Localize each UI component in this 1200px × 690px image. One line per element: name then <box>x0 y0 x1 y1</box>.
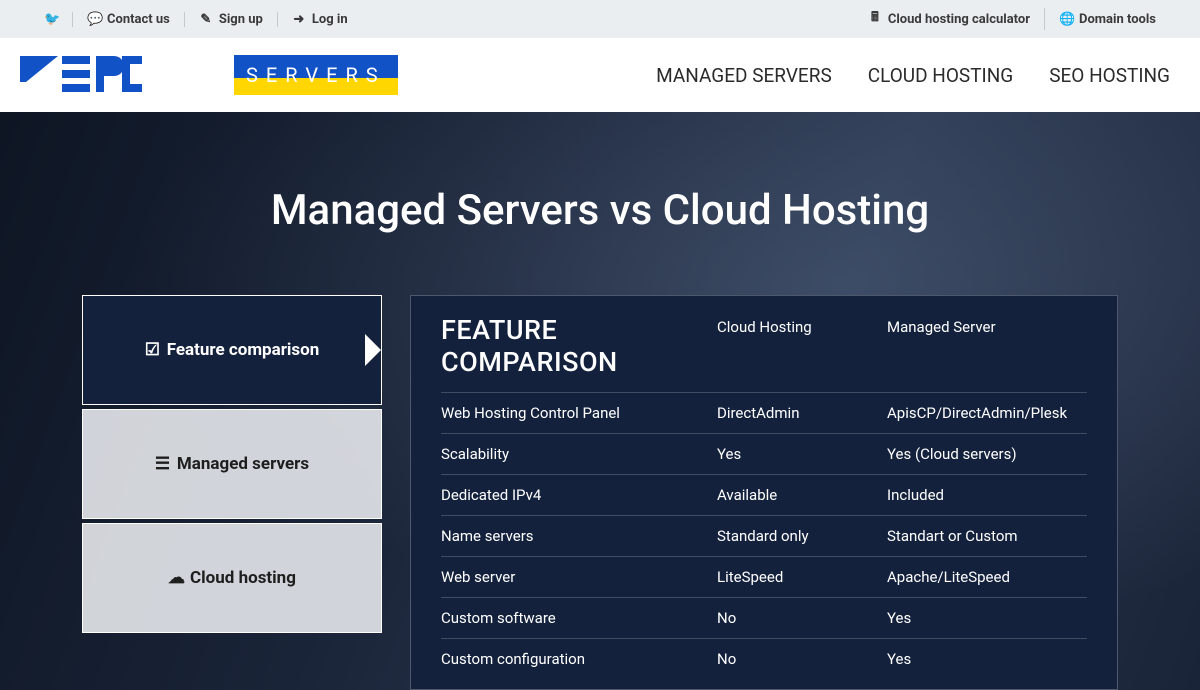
value-cloud: DirectAdmin <box>717 404 887 422</box>
nav-seo-hosting[interactable]: SEO HOSTING <box>1049 64 1170 87</box>
feature-name: Scalability <box>441 445 717 463</box>
server-icon: ☰ <box>155 454 169 474</box>
value-cloud: Yes <box>717 445 887 463</box>
value-managed: Yes (Cloud servers) <box>887 445 1087 463</box>
table-row: Web Hosting Control PanelDirectAdminApis… <box>441 392 1087 433</box>
signup-label: Sign up <box>219 12 263 27</box>
value-managed: Included <box>887 486 1087 504</box>
contact-label: Contact us <box>107 12 170 27</box>
feature-name: Custom configuration <box>441 650 717 668</box>
hero: Managed Servers vs Cloud Hosting ☑ Featu… <box>0 112 1200 690</box>
column-cloud-hosting: Cloud Hosting <box>717 314 887 336</box>
feature-name: Web Hosting Control Panel <box>441 404 717 422</box>
side-tabs: ☑ Feature comparison ☰ Managed servers ☁… <box>82 295 382 690</box>
calculator-label: Cloud hosting calculator <box>888 12 1030 27</box>
tab-managed-servers[interactable]: ☰ Managed servers <box>82 409 382 519</box>
calculator-link[interactable]: 🖩 Cloud hosting calculator <box>854 8 1045 30</box>
comparison-rows: Web Hosting Control PanelDirectAdminApis… <box>441 392 1087 679</box>
logo[interactable]: SERVERS <box>18 48 398 102</box>
panel-header: FEATURE COMPARISON Cloud Hosting Managed… <box>441 314 1087 378</box>
tab-label: Managed servers <box>177 454 309 474</box>
signup-link[interactable]: ✎ Sign up <box>185 12 278 27</box>
nav-links: MANAGED SERVERS CLOUD HOSTING SEO HOSTIN… <box>656 64 1170 87</box>
login-link[interactable]: ➜ Log in <box>278 12 362 27</box>
twitter-icon: 🐦 <box>44 12 58 27</box>
value-managed: Yes <box>887 609 1087 627</box>
login-label: Log in <box>312 12 348 27</box>
edit-icon: ✎ <box>199 12 213 27</box>
value-cloud: No <box>717 609 887 627</box>
panel-title: FEATURE COMPARISON <box>441 314 717 378</box>
comparison-panel: FEATURE COMPARISON Cloud Hosting Managed… <box>410 295 1118 690</box>
domaintools-label: Domain tools <box>1079 12 1156 27</box>
value-cloud: Standard only <box>717 527 887 545</box>
table-row: ScalabilityYesYes (Cloud servers) <box>441 433 1087 474</box>
nav-cloud-hosting[interactable]: CLOUD HOSTING <box>868 64 1013 87</box>
column-managed-server: Managed Server <box>887 314 1087 336</box>
feature-name: Name servers <box>441 527 717 545</box>
value-cloud: No <box>717 650 887 668</box>
cloud-icon: ☁ <box>168 568 182 588</box>
comment-icon: 💬 <box>87 12 101 27</box>
content: ☑ Feature comparison ☰ Managed servers ☁… <box>0 295 1200 690</box>
feature-name: Custom software <box>441 609 717 627</box>
calculator-icon: 🖩 <box>868 8 882 30</box>
tab-cloud-hosting[interactable]: ☁ Cloud hosting <box>82 523 382 633</box>
tab-feature-comparison[interactable]: ☑ Feature comparison <box>82 295 382 405</box>
value-managed: Standart or Custom <box>887 527 1087 545</box>
logo-badge: SERVERS <box>234 55 398 95</box>
table-row: Custom softwareNoYes <box>441 597 1087 638</box>
main-nav: SERVERS MANAGED SERVERS CLOUD HOSTING SE… <box>0 38 1200 112</box>
globe-icon: 🌐 <box>1059 12 1073 27</box>
check-square-icon: ☑ <box>145 340 159 360</box>
feature-name: Web server <box>441 568 717 586</box>
topbar-left: 🐦 💬 Contact us ✎ Sign up ➜ Log in <box>30 12 362 27</box>
twitter-link[interactable]: 🐦 <box>30 12 73 27</box>
page-title: Managed Servers vs Cloud Hosting <box>0 112 1200 295</box>
value-managed: Apache/LiteSpeed <box>887 568 1087 586</box>
topbar-right: 🖩 Cloud hosting calculator 🌐 Domain tools <box>854 8 1170 30</box>
tab-label: Cloud hosting <box>190 568 296 588</box>
login-icon: ➜ <box>292 12 306 27</box>
nav-managed-servers[interactable]: MANAGED SERVERS <box>656 64 832 87</box>
topbar: 🐦 💬 Contact us ✎ Sign up ➜ Log in 🖩 Cloud ho… <box>0 0 1200 38</box>
tab-label: Feature comparison <box>167 340 320 360</box>
logo-mark <box>18 48 228 102</box>
value-cloud: Available <box>717 486 887 504</box>
table-row: Dedicated IPv4AvailableIncluded <box>441 474 1087 515</box>
domaintools-link[interactable]: 🌐 Domain tools <box>1045 12 1170 27</box>
contact-link[interactable]: 💬 Contact us <box>73 12 185 27</box>
table-row: Custom configurationNoYes <box>441 638 1087 679</box>
feature-name: Dedicated IPv4 <box>441 486 717 504</box>
table-row: Name serversStandard onlyStandart or Cus… <box>441 515 1087 556</box>
value-managed: ApisCP/DirectAdmin/Plesk <box>887 404 1087 422</box>
value-managed: Yes <box>887 650 1087 668</box>
table-row: Web serverLiteSpeedApache/LiteSpeed <box>441 556 1087 597</box>
value-cloud: LiteSpeed <box>717 568 887 586</box>
